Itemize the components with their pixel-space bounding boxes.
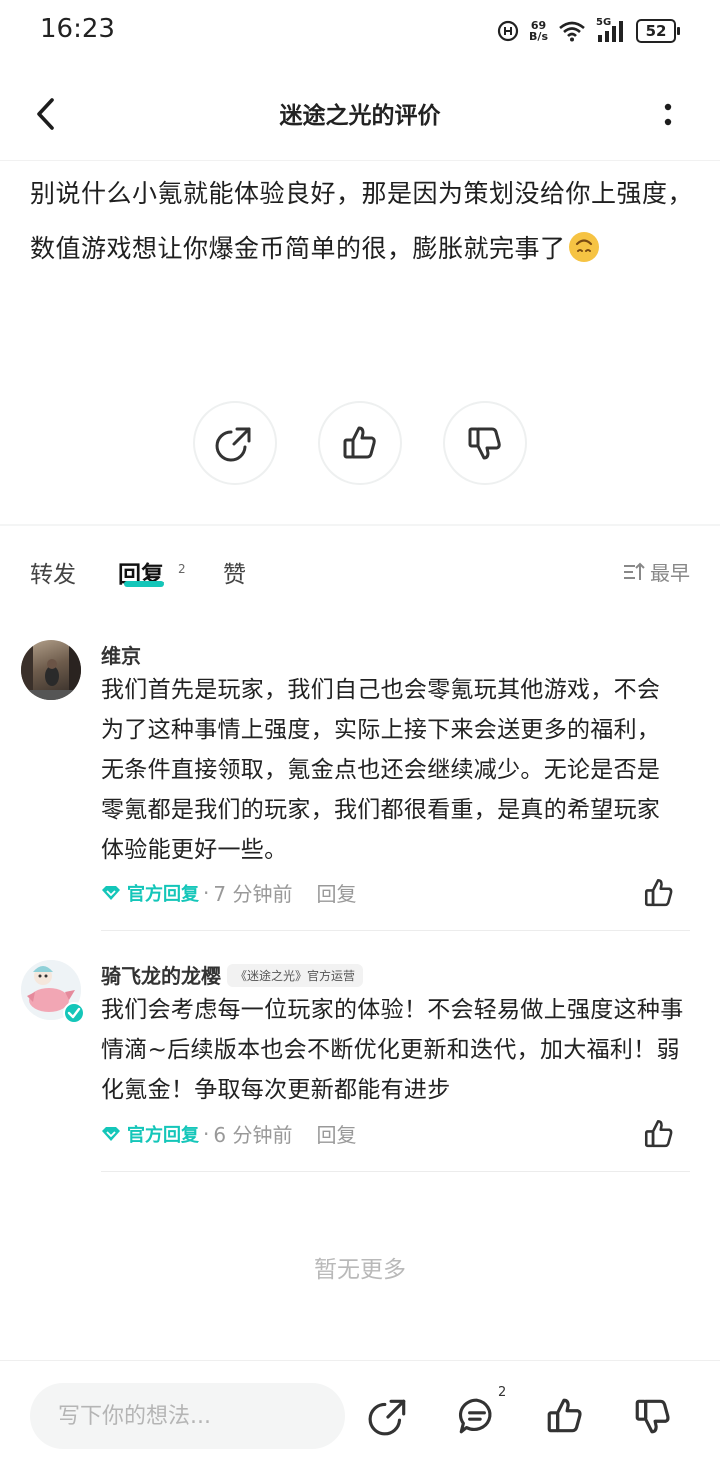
dislike-button[interactable]	[632, 1395, 674, 1437]
avatar[interactable]	[21, 640, 81, 700]
official-reply-label: 官方回复	[127, 883, 199, 905]
app-header: 迷途之光的评价	[0, 70, 720, 161]
thumbs-down-icon	[468, 427, 501, 460]
sort-label: 最早	[650, 561, 690, 585]
comment-time: 6 分钟前	[213, 1123, 293, 1147]
reply-button[interactable]: 回复	[316, 878, 356, 907]
reply-button[interactable]: 回复	[316, 1119, 356, 1148]
share-icon	[368, 1399, 406, 1436]
comment-icon	[458, 1398, 492, 1434]
comment-input[interactable]	[30, 1383, 345, 1449]
page-title: 迷途之光的评价	[279, 103, 441, 129]
comment-text: 我们会考虑每一位玩家的体验！不会轻易做上强度这种事情滴~后续版本也会不断优化更新…	[101, 997, 684, 1103]
comment-author-row: 骑飞龙的龙樱 《迷途之光》官方运营	[101, 960, 364, 989]
signal-bars-icon	[598, 21, 623, 42]
comment-like-button[interactable]	[642, 876, 676, 910]
net-speed: 69 B/s	[529, 19, 548, 43]
comment-author[interactable]: 骑飞龙的龙樱	[101, 964, 221, 988]
dislike-button[interactable]	[443, 401, 527, 485]
thumbs-down-icon	[635, 1399, 670, 1434]
more-button[interactable]	[650, 94, 686, 134]
more-vertical-icon	[664, 103, 672, 126]
cell-signal: 5G	[596, 17, 626, 43]
verified-icon	[63, 1002, 85, 1024]
thumbs-up-icon	[644, 878, 673, 907]
comment-button[interactable]: 2	[456, 1385, 506, 1437]
thumbs-up-icon	[547, 1398, 582, 1433]
comment-author[interactable]: 维京	[101, 640, 141, 669]
bottom-action-bar: 2	[0, 1360, 720, 1470]
comment-text: 我们首先是玩家，我们自己也会零氪玩其他游戏，不会为了这种事情上强度，实际上接下来…	[101, 677, 661, 863]
thumbs-up-icon	[644, 1119, 673, 1148]
official-badge-icon	[102, 885, 120, 900]
comment-count: 2	[498, 1385, 507, 1400]
status-time: 16:23	[40, 14, 115, 44]
avatar-photo	[21, 640, 81, 700]
meta-separator: ·	[203, 880, 210, 905]
section-divider	[0, 524, 720, 526]
comment-meta: 官方回复 · 6 分钟前 回复	[101, 1119, 356, 1148]
tab-likes[interactable]: 赞	[223, 555, 246, 589]
share-button[interactable]	[193, 401, 277, 485]
sort-button[interactable]: 最早	[622, 557, 690, 586]
share-icon	[215, 427, 251, 462]
sort-icon	[624, 562, 645, 580]
review-content: 别说什么小氪就能体验良好，那是因为策划没给你上强度，数值游戏想让你爆金币简单的很…	[30, 166, 700, 276]
status-icons: 69 B/s 5G 52	[497, 14, 680, 48]
comment-like-button[interactable]	[642, 1117, 676, 1151]
thumbs-up-icon	[343, 426, 376, 459]
avatar[interactable]	[21, 960, 85, 1024]
official-reply-label: 官方回复	[127, 1124, 199, 1146]
comment-time: 7 分钟前	[213, 882, 293, 906]
tab-replies-count: 2	[178, 562, 186, 576]
share-button[interactable]	[368, 1395, 410, 1437]
like-button[interactable]	[544, 1395, 586, 1437]
meta-separator: ·	[203, 1121, 210, 1146]
nfc-icon	[497, 20, 519, 42]
battery-indicator: 52	[636, 19, 680, 43]
official-operator-badge: 《迷途之光》官方运营	[227, 964, 364, 987]
comment-divider	[101, 1171, 690, 1172]
official-badge-icon	[102, 1126, 120, 1141]
comment-divider	[101, 930, 690, 931]
comment-meta: 官方回复 · 7 分钟前 回复	[101, 878, 356, 907]
no-more-label: 暂无更多	[314, 1257, 406, 1283]
active-tab-indicator	[124, 581, 164, 587]
upside-down-face-icon	[568, 232, 599, 262]
tab-repost[interactable]: 转发	[30, 555, 76, 589]
wifi-icon	[559, 21, 585, 42]
like-button[interactable]	[318, 401, 402, 485]
